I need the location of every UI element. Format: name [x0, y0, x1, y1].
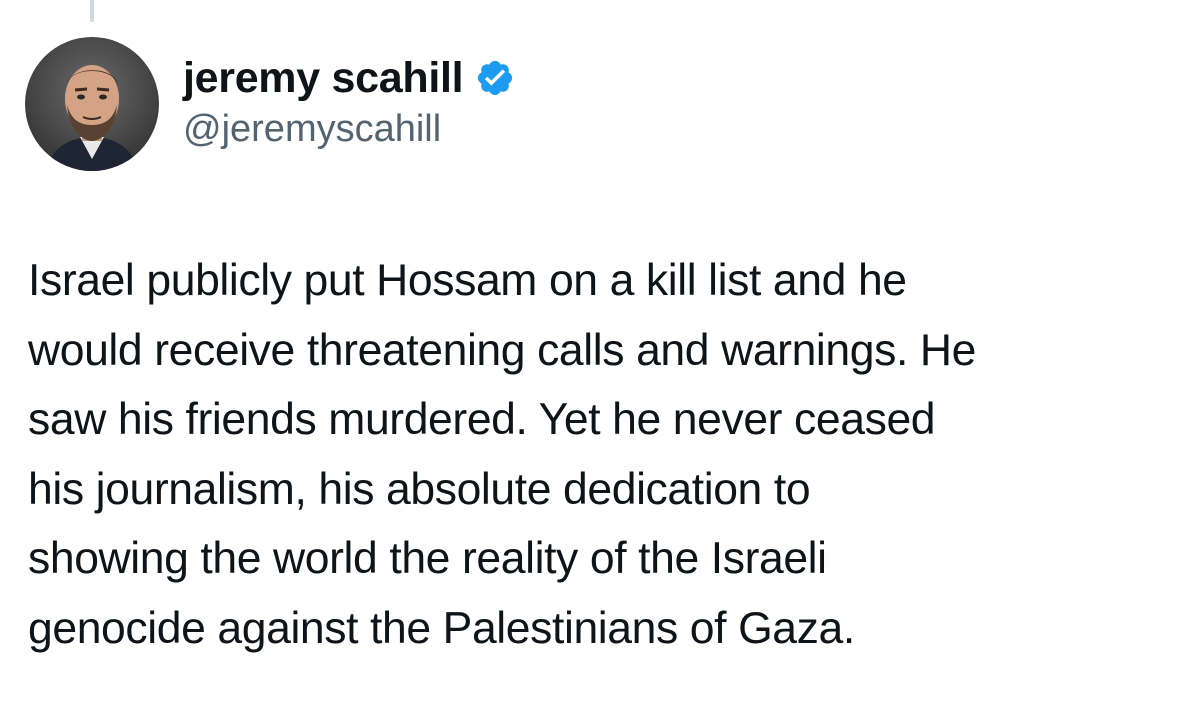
author-info: jeremy scahill @jeremyscahill [183, 52, 515, 151]
tweet-text-line: showing the world the reality of the Isr… [28, 534, 827, 584]
tweet-text-line: saw his friends murdered. Yet he never c… [28, 395, 936, 445]
verified-badge-icon[interactable] [475, 58, 515, 98]
avatar-photo-icon [25, 37, 159, 171]
author-name-row: jeremy scahill [183, 52, 515, 104]
tweet-body-text: Israel publicly put Hossam on a kill lis… [28, 246, 1158, 664]
tweet-text-line: would receive threatening calls and warn… [28, 325, 976, 375]
thread-connector-line [90, 0, 94, 22]
tweet-text-line: genocide against the Palestinians of Gaz… [28, 603, 855, 653]
author-display-name[interactable]: jeremy scahill [183, 54, 464, 103]
author-avatar[interactable] [25, 37, 159, 171]
author-handle[interactable]: @jeremyscahill [183, 108, 515, 151]
tweet-text-line: his journalism, his absolute dedication … [28, 464, 811, 514]
tweet-text-line: Israel publicly put Hossam on a kill lis… [28, 256, 907, 305]
